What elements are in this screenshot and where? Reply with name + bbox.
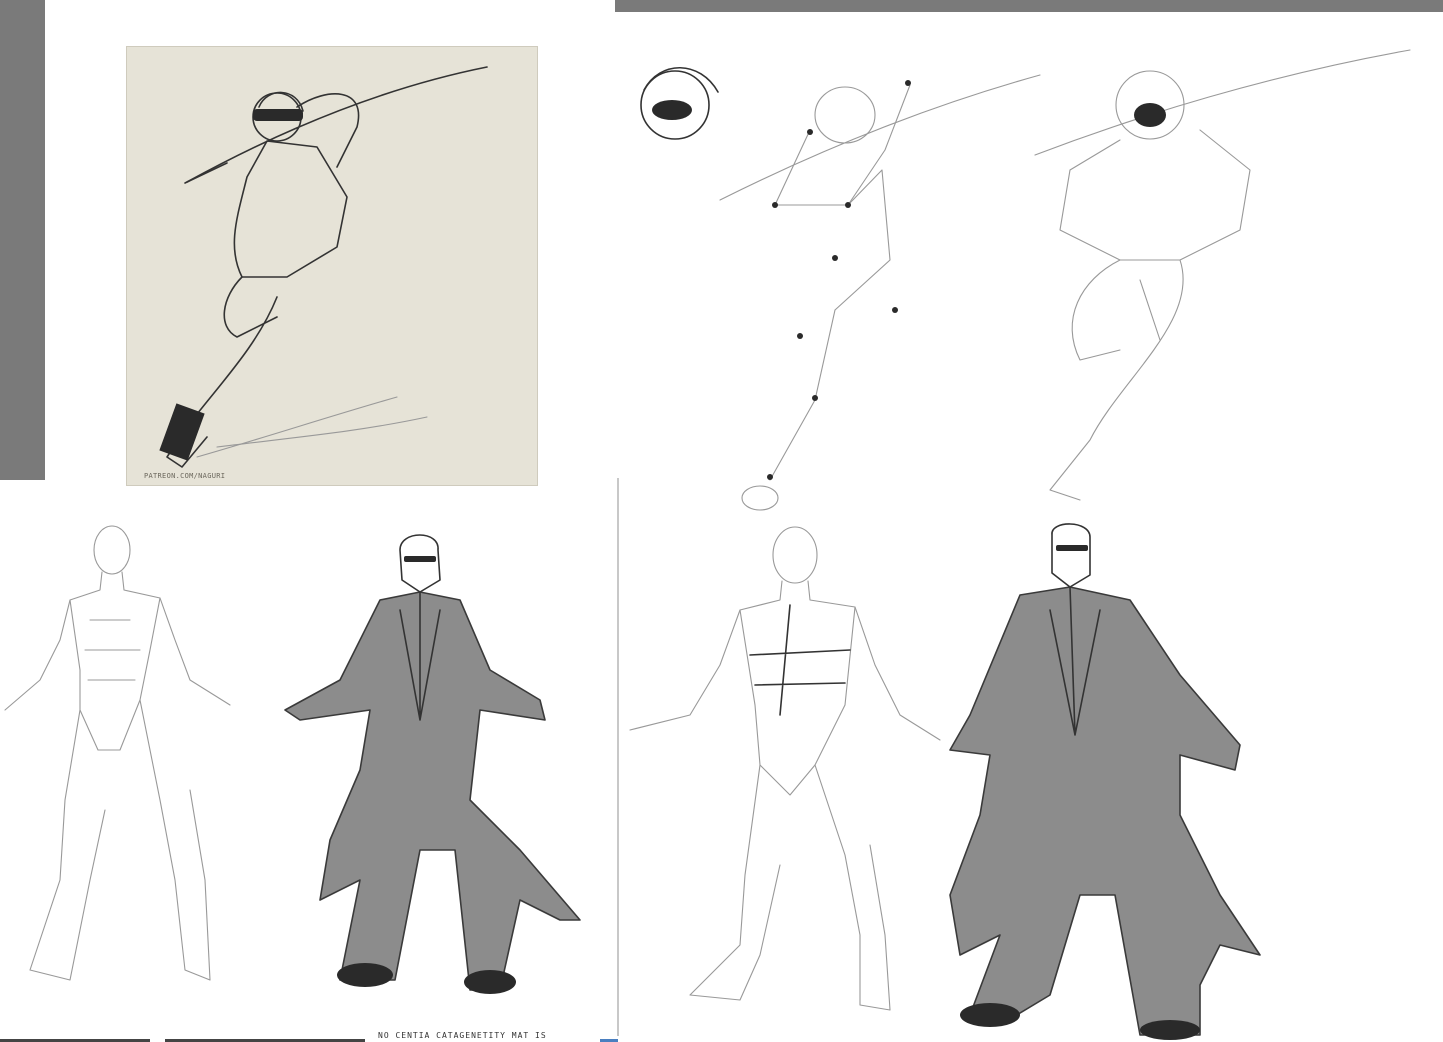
watermark-text: PATREON.COM/NAGURI bbox=[144, 472, 226, 480]
coat-character-left bbox=[284, 534, 581, 994]
canvas-margin-left bbox=[0, 0, 45, 480]
mannequin-figure-left bbox=[4, 525, 231, 981]
panel-divider bbox=[617, 478, 619, 1042]
head-study-sketch bbox=[640, 67, 719, 140]
reference-illustration-panel bbox=[126, 46, 538, 486]
character-pair-right bbox=[629, 523, 1261, 1040]
gesture-study-sketches bbox=[640, 49, 1411, 511]
sword-blade bbox=[186, 66, 488, 183]
blindfold bbox=[253, 109, 303, 121]
gesture-line-sketch bbox=[719, 74, 1041, 511]
character-pair-left bbox=[4, 525, 581, 994]
mannequin-figure-right bbox=[629, 526, 941, 1011]
footer-partial-text: NO CENTIA CATAGENETITY MAT IS bbox=[378, 1031, 547, 1040]
construction-swordsman-sketch bbox=[1034, 49, 1411, 501]
reference-swordsman-drawing bbox=[159, 66, 488, 468]
canvas-margin-top bbox=[615, 0, 1443, 12]
coat-character-right bbox=[949, 523, 1261, 1040]
